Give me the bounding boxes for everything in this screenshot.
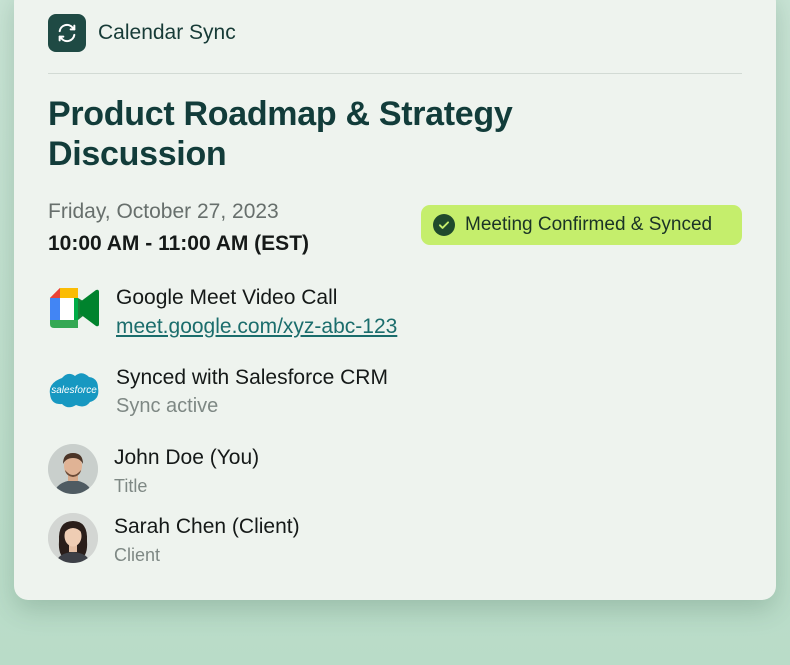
video-call-row: Google Meet Video Call meet.google.com/x…	[48, 284, 397, 342]
status-badge: Meeting Confirmed & Synced	[421, 205, 742, 245]
event-time: 10:00 AM - 11:00 AM (EST)	[48, 232, 310, 255]
event-card: Calendar Sync Product Roadmap & Strategy…	[14, 0, 776, 600]
attendee-row: Sarah Chen (Client) Client	[48, 513, 300, 569]
attendee-name: John Doe (You)	[114, 446, 260, 469]
salesforce-icon: salesforce	[48, 370, 100, 410]
app-header: Calendar Sync	[48, 14, 236, 52]
google-meet-icon	[48, 284, 100, 332]
event-date: Friday, October 27, 2023	[48, 200, 279, 223]
attendee-role: Title	[114, 476, 148, 496]
status-label: Meeting Confirmed & Synced	[465, 214, 713, 235]
crm-label: Synced with Salesforce CRM	[116, 366, 388, 389]
event-title: Product Roadmap & Strategy Discussion	[48, 95, 513, 173]
svg-text:salesforce: salesforce	[51, 385, 97, 396]
meet-link[interactable]: meet.google.com/xyz-abc-123	[116, 312, 397, 342]
attendee-role: Client	[114, 545, 161, 565]
video-call-label: Google Meet Video Call	[116, 286, 338, 309]
avatar	[48, 444, 98, 494]
check-circle-icon	[433, 214, 455, 236]
crm-status: Sync active	[116, 395, 219, 417]
crm-row: salesforce Synced with Salesforce CRM Sy…	[48, 364, 388, 420]
app-title: Calendar Sync	[98, 21, 236, 44]
header-divider	[48, 73, 742, 74]
attendee-name: Sarah Chen (Client)	[114, 515, 300, 538]
sync-arrows-icon	[48, 14, 86, 52]
attendee-row: John Doe (You) Title	[48, 444, 259, 500]
avatar	[48, 513, 98, 563]
